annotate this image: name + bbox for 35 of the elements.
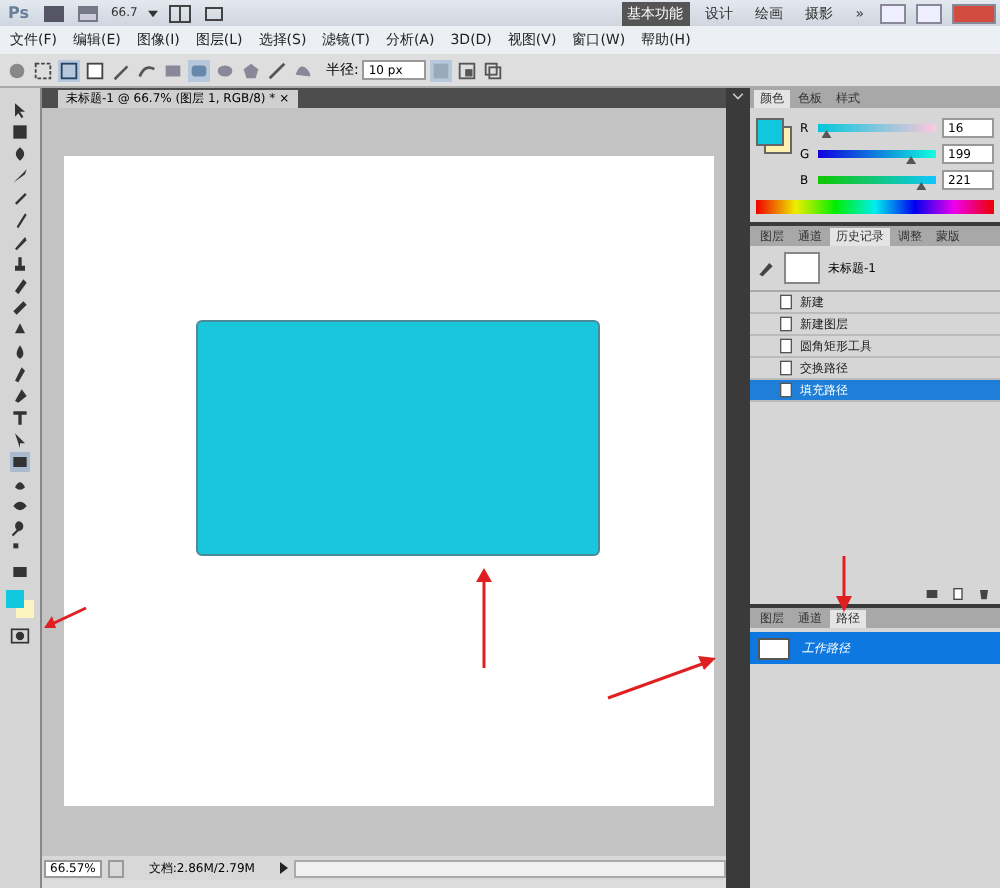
panel-collapse-icon[interactable] <box>730 92 746 102</box>
rounded-rectangle-icon[interactable] <box>188 59 210 81</box>
polygon-icon[interactable] <box>240 59 262 81</box>
snapshot-icon[interactable] <box>924 586 940 602</box>
annotation-arrow <box>606 654 718 702</box>
annotation-arrow <box>40 604 88 632</box>
grid-icon[interactable] <box>167 3 192 23</box>
line-icon[interactable] <box>266 59 288 81</box>
annotation-arrow <box>834 554 854 614</box>
intersect-icon[interactable] <box>482 59 505 81</box>
channel-slider[interactable] <box>818 150 936 158</box>
close-button[interactable] <box>952 3 996 23</box>
app-logo: Ps <box>6 4 31 22</box>
fill-pixels-icon[interactable] <box>84 59 106 81</box>
maximize-button[interactable] <box>916 3 942 23</box>
color-swatches-icon[interactable] <box>6 590 34 618</box>
quick-mask-icon[interactable] <box>10 626 30 646</box>
horizontal-scrollbar[interactable] <box>293 859 726 877</box>
new-document-icon[interactable] <box>950 586 966 602</box>
screen-mode-icon[interactable] <box>201 3 226 23</box>
caret-icon[interactable] <box>147 9 158 17</box>
status-menu-arrow-icon[interactable] <box>279 862 288 874</box>
brush-icon[interactable] <box>756 258 776 278</box>
minimize-button[interactable] <box>880 3 906 23</box>
trash-icon[interactable] <box>976 586 992 602</box>
image-icon[interactable] <box>76 3 101 23</box>
subtract-icon[interactable] <box>456 59 479 81</box>
foreground-background-swatches[interactable] <box>756 118 792 154</box>
shape-layers-icon[interactable] <box>32 59 54 81</box>
color-spectrum[interactable] <box>756 200 994 214</box>
channel-slider[interactable] <box>818 124 936 132</box>
snapshot-thumbnail[interactable] <box>784 252 820 284</box>
annotation-arrow <box>474 566 494 670</box>
paths-mode-icon[interactable] <box>58 59 80 81</box>
channel-slider[interactable] <box>818 176 936 184</box>
